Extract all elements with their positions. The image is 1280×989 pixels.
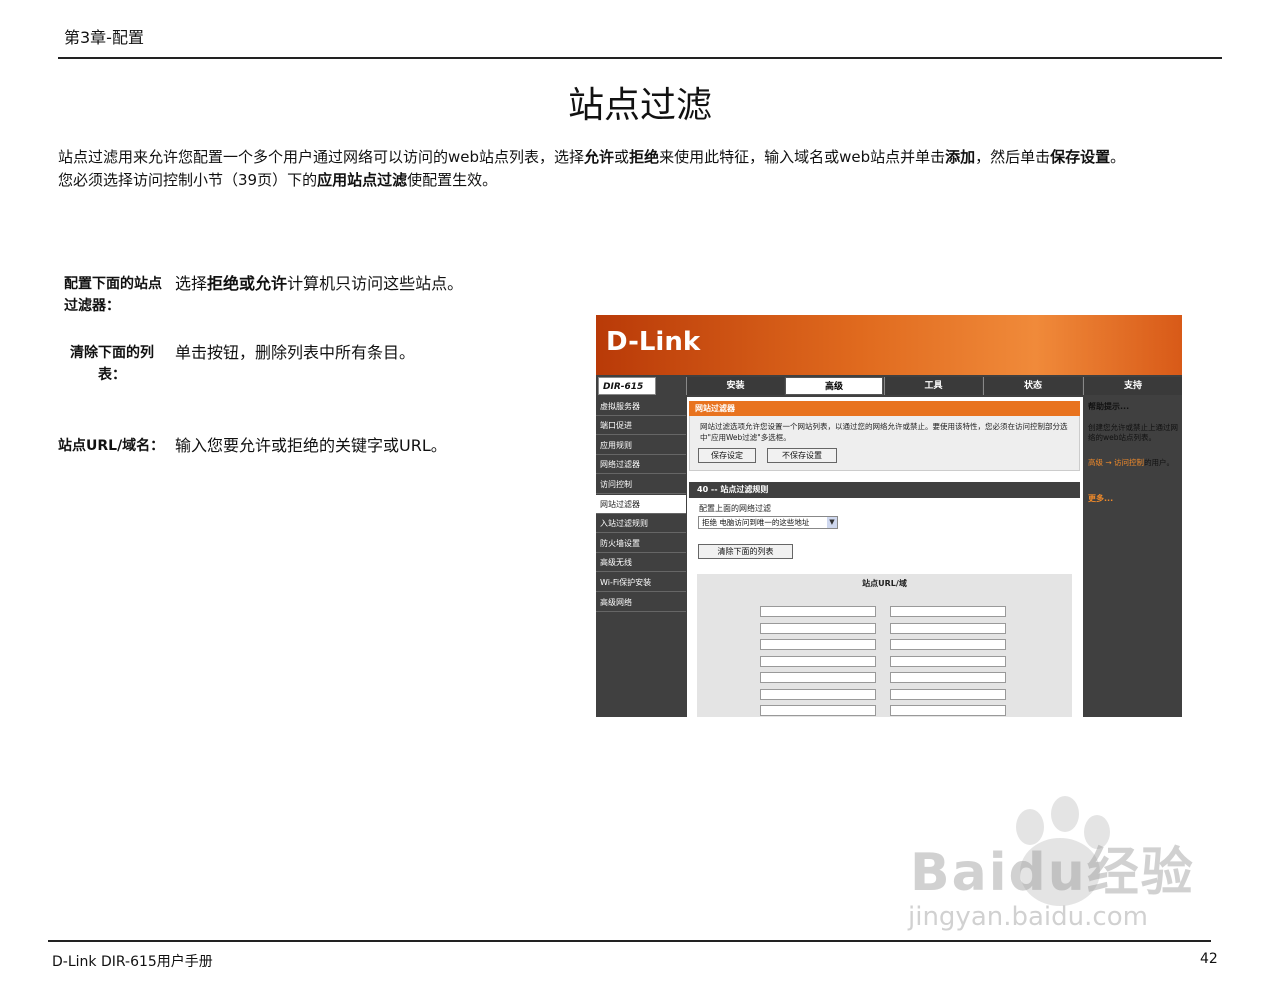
desc-bold: 拒绝 — [207, 274, 240, 293]
url-input[interactable] — [890, 655, 1006, 667]
chevron-down-icon[interactable]: ▼ — [827, 517, 837, 528]
tab-setup[interactable]: 安装 — [686, 377, 784, 395]
desc-bold: 或 — [239, 274, 256, 293]
intro-text: 站点过滤用来允许您配置一个多个用户通过网络可以访问的web站点列表，选择 — [58, 148, 585, 166]
help-text: 创建您允许或禁止上通过网络的web站点列表。 — [1088, 423, 1178, 442]
definition-desc: 单击按钮，删除列表中所有条目。 — [175, 343, 416, 362]
intro-bold-deny: 拒绝 — [629, 148, 660, 166]
intro-text: 您必须选择访问控制小节（39页）下的 — [58, 171, 318, 189]
url-input[interactable] — [760, 705, 876, 716]
definition-term: 配置下面的站点过滤器： — [64, 276, 162, 314]
help-sidebar — [1084, 397, 1182, 717]
filter-mode-select[interactable]: 拒绝 电脑访问到唯一的这些地址 — [698, 516, 838, 529]
intro-paragraph: 站点过滤用来允许您配置一个多个用户通过网络可以访问的web站点列表，选择允许或拒… — [58, 146, 1248, 192]
definition-desc: 输入您要允许或拒绝的关键字或URL。 — [175, 436, 447, 455]
help-more-link[interactable]: 更多... — [1088, 493, 1113, 504]
tab-advanced[interactable]: 高级 — [785, 377, 883, 395]
intro-bold-allow: 允许 — [584, 148, 615, 166]
definition-desc: 选择拒绝或允许计算机只访问这些站点。 — [175, 273, 463, 295]
intro-bold-save: 保存设置 — [1050, 148, 1111, 166]
nav-inbound-filter[interactable]: 入站过滤规则 — [596, 514, 686, 533]
url-input[interactable] — [760, 639, 876, 650]
desc-text: 选择 — [175, 274, 208, 293]
watermark-brand: Baidu经验 — [910, 843, 1195, 903]
tab-status[interactable]: 状态 — [983, 377, 1082, 395]
intro-bold-apply: 应用站点过滤 — [317, 171, 408, 189]
tab-support[interactable]: 支持 — [1083, 377, 1182, 395]
intro-text: 或 — [614, 148, 630, 166]
intro-text: 。 — [1110, 148, 1126, 166]
intro-text: 来使用此特征，输入域名或web站点并单击 — [659, 148, 946, 166]
nav-website-filter[interactable]: 网站过滤器 — [596, 495, 686, 514]
router-screenshot: D-Link DIR-615 // 安装 高级 工具 状态 支持 虚拟服务器 端… — [596, 315, 1182, 717]
nav-firewall-settings[interactable]: 防火墙设置 — [596, 534, 686, 553]
help-link-row: 高级 → 访问控制的用户。 — [1088, 458, 1180, 468]
bottom-divider — [48, 940, 1211, 942]
nav-virtual-server[interactable]: 虚拟服务器 — [596, 397, 686, 416]
nav-advanced-network[interactable]: 高级网络 — [596, 593, 686, 612]
help-title: 帮助提示... — [1088, 402, 1130, 411]
page-number: 42 — [1200, 951, 1218, 967]
top-divider — [58, 57, 1222, 59]
slash-decoration: // — [644, 377, 655, 395]
url-input[interactable] — [760, 606, 876, 617]
url-input[interactable] — [890, 639, 1006, 650]
definition-term: 站点URL/域名： — [58, 438, 165, 454]
rules-title: 40 -- 站点过滤规则 — [689, 482, 1080, 498]
help-link-suffix: 的用户。 — [1144, 458, 1175, 467]
footer-manual: D-Link DIR-615用户手册 — [52, 954, 213, 970]
url-list-header: 站点URL/域 — [862, 579, 907, 588]
url-list-panel — [697, 574, 1072, 717]
dont-save-button[interactable]: 不保存设置 — [767, 448, 837, 463]
panel-description: 网站过滤选项允许您设置一个网站列表，以通过您的网络允许或禁止。要使用该特性，您必… — [700, 422, 1068, 442]
url-input[interactable] — [760, 672, 876, 683]
url-input[interactable] — [890, 672, 1006, 683]
nav-access-control[interactable]: 访问控制 — [596, 475, 686, 494]
nav-port-forwarding[interactable]: 端口促进 — [596, 416, 686, 435]
watermark-url: jingyan.baidu.com — [908, 902, 1148, 932]
definition-term: 清除下面的列表： — [70, 345, 154, 383]
url-input[interactable] — [890, 705, 1006, 716]
nav-application-rules[interactable]: 应用规则 — [596, 436, 686, 455]
help-link[interactable]: 高级 → 访问控制 — [1088, 458, 1144, 467]
panel-title: 网站过滤器 — [689, 401, 1080, 416]
chapter-header: 第3章-配置 — [64, 28, 144, 47]
intro-text: 使配置生效。 — [407, 171, 498, 189]
url-input[interactable] — [760, 688, 876, 700]
url-input[interactable] — [890, 606, 1006, 617]
intro-text: ，然后单击 — [975, 148, 1051, 166]
rules-label: 配置上面的网络过滤 — [699, 504, 771, 513]
nav-wifi-protected-setup[interactable]: Wi-Fi保护安装 — [596, 573, 686, 592]
page-title: 站点过滤 — [567, 85, 712, 126]
dlink-logo: D-Link — [606, 327, 701, 357]
nav-advanced-wireless[interactable]: 高级无线 — [596, 553, 686, 572]
clear-list-button[interactable]: 清除下面的列表 — [698, 544, 793, 559]
url-input[interactable] — [890, 688, 1006, 700]
url-input[interactable] — [890, 622, 1006, 634]
url-input[interactable] — [760, 655, 876, 667]
desc-text: 计算机只访问这些站点。 — [287, 274, 464, 293]
save-settings-button[interactable]: 保存设定 — [698, 448, 756, 463]
url-input[interactable] — [760, 622, 876, 634]
intro-bold-add: 添加 — [945, 148, 976, 166]
nav-network-filter[interactable]: 网络过滤器 — [596, 455, 686, 474]
tab-tools[interactable]: 工具 — [884, 377, 982, 395]
desc-bold: 允许 — [255, 274, 288, 293]
